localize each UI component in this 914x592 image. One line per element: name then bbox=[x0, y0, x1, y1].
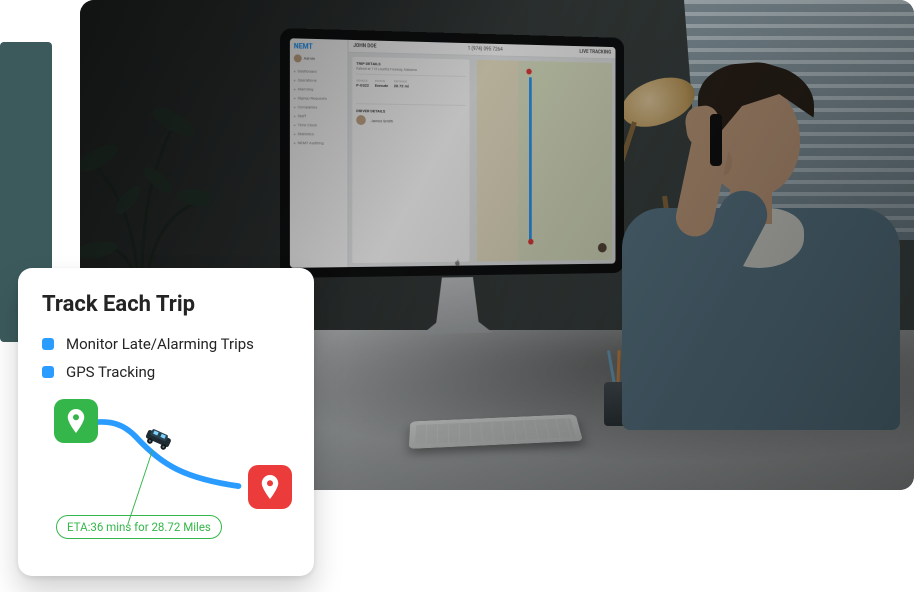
eta-badge: ETA:36 mins for 28.72 Miles bbox=[56, 515, 222, 539]
bullet-dot-icon bbox=[42, 338, 54, 350]
location-pin-icon bbox=[261, 475, 279, 499]
route-start-pin bbox=[54, 399, 98, 443]
card-title: Track Each Trip bbox=[42, 292, 290, 317]
bullet-label: GPS Tracking bbox=[66, 363, 155, 381]
bullet-item: Monitor Late/Alarming Trips bbox=[42, 335, 290, 353]
route-illustration: ETA:36 mins for 28.72 Miles bbox=[42, 393, 290, 543]
feature-card: Track Each Trip Monitor Late/Alarming Tr… bbox=[18, 268, 314, 576]
location-pin-icon bbox=[67, 409, 85, 433]
bullet-dot-icon bbox=[42, 366, 54, 378]
route-end-pin bbox=[248, 465, 292, 509]
bullet-item: GPS Tracking bbox=[42, 363, 290, 381]
bullet-label: Monitor Late/Alarming Trips bbox=[66, 335, 254, 353]
